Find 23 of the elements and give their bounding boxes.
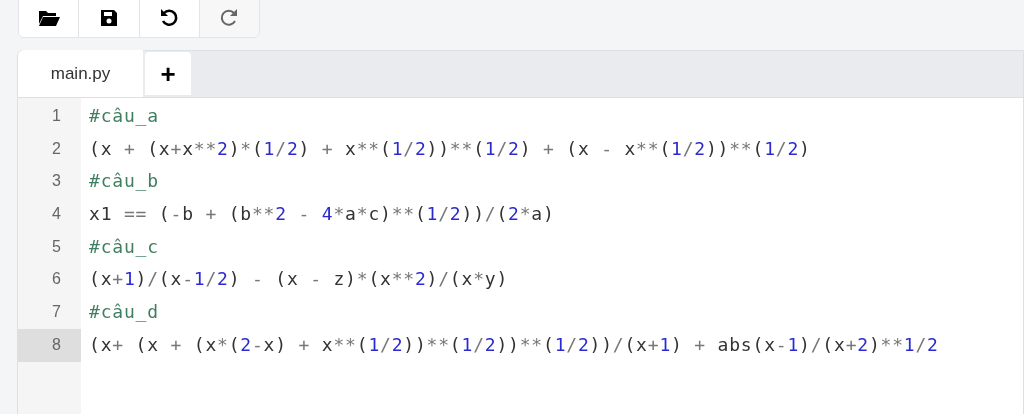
folder-icon [37,9,60,27]
new-tab-button[interactable]: + [145,52,191,95]
line-number: 4 [51,204,62,225]
undo-icon [159,7,180,27]
code-line: (x+ (x + (x*(2-x) + x**(1/2))**(1/2))**(1/2))/(x+1) + abs(x-1)/(x+2)**1/2 [89,333,939,355]
line-number: 1 [51,106,62,126]
line-number: 6 [51,269,62,290]
line-number: 5 [51,236,62,257]
redo-icon [219,7,240,27]
line-number: 3 [51,171,62,192]
line-number: 7 [51,302,62,323]
code-line: (x+1)/(x-1/2) - (x - z)*(x**2)/(x*y) [89,268,509,290]
code-line: (x + (x+x**2)*(1/2) + x**(1/2))**(1/2) + (x - x**(1/2))**(1/2) [89,137,811,159]
code-line: x1 == (-b + (b**2 - 4*a*c)**(1/2))/(2*a) [89,203,555,225]
code-comment: #câu_d [89,301,159,323]
toolbar-button[interactable] [19,0,80,37]
code-comment: #câu_a [89,105,159,126]
line-number: 8 [18,328,81,362]
code-comment: #câu_b [89,170,159,192]
save-icon [99,9,118,27]
file-tab[interactable]: main.py [18,50,143,97]
line-number: 2 [51,138,62,159]
code-comment: #câu_c [89,235,159,257]
